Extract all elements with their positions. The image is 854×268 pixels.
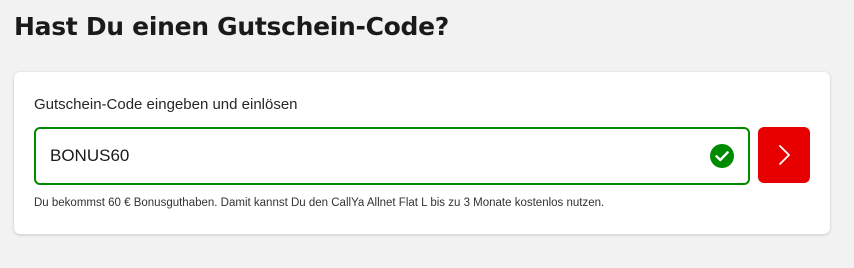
voucher-heading: Hast Du einen Gutschein-Code? xyxy=(14,12,450,41)
check-circle-icon xyxy=(710,144,734,168)
voucher-code-label: Gutschein-Code eingeben und einlösen xyxy=(34,96,298,113)
voucher-code-input[interactable] xyxy=(50,129,690,183)
voucher-card: Gutschein-Code eingeben und einlösen Du … xyxy=(14,72,830,234)
voucher-helper-text: Du bekommst 60 € Bonusguthaben. Damit ka… xyxy=(34,197,605,209)
chevron-right-icon xyxy=(779,145,790,165)
redeem-button[interactable] xyxy=(758,127,810,183)
voucher-code-field xyxy=(34,127,750,185)
